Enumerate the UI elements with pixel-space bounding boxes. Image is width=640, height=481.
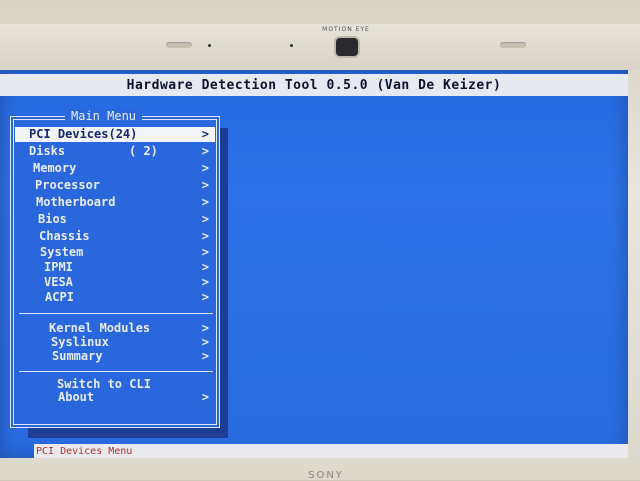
menu-item-label: IPMI [44, 260, 73, 274]
menu-item-about[interactable]: About > [15, 390, 215, 405]
speaker-slot-right [500, 42, 526, 48]
chevron-right-icon: > [201, 212, 209, 226]
menu-item-label: ACPI [45, 290, 74, 304]
main-menu: Main Menu PCI Devices(24) > Disks ( 2) >… [10, 109, 220, 428]
chevron-right-icon: > [201, 178, 209, 192]
menu-item-label: VESA [44, 275, 73, 289]
menu-item-pci-devices[interactable]: PCI Devices(24) > [15, 127, 215, 142]
webcam-icon [336, 38, 358, 56]
menu-item-label: Chassis [39, 229, 90, 243]
menu-item-count: ( 2) [129, 144, 158, 158]
menu-item-acpi[interactable]: ACPI > [15, 290, 215, 305]
title-bar: Hardware Detection Tool 0.5.0 (Van De Ke… [0, 74, 628, 96]
menu-item-label: Disks [29, 144, 66, 158]
chevron-right-icon: > [201, 335, 209, 349]
menu-item-kernel-modules[interactable]: Kernel Modules > [15, 321, 215, 336]
chevron-right-icon: > [201, 144, 209, 158]
indicator-dot-right [290, 44, 293, 47]
chevron-right-icon: > [201, 245, 209, 259]
menu-item-label: Memory [33, 161, 77, 175]
brand-logo: SONY [308, 470, 344, 481]
menu-item-label: System [40, 245, 84, 259]
laptop-bezel: MOTION EYE Hardware Detection Tool 0.5.0… [0, 0, 640, 481]
menu-item-disks[interactable]: Disks ( 2) > [15, 144, 215, 159]
menu-item-label: PCI Devices(24) [29, 127, 138, 141]
chevron-right-icon: > [201, 260, 209, 274]
indicator-dot-left [208, 44, 211, 47]
chevron-right-icon: > [201, 229, 209, 243]
chevron-right-icon: > [201, 127, 209, 141]
chevron-right-icon: > [201, 195, 209, 209]
status-bar: PCI Devices Menu [34, 444, 628, 458]
menu-item-label: Summary [52, 349, 103, 363]
chevron-right-icon: > [201, 161, 209, 175]
chevron-right-icon: > [201, 275, 209, 289]
app-title: Hardware Detection Tool 0.5.0 (Van De Ke… [126, 77, 502, 93]
menu-item-memory[interactable]: Memory > [15, 161, 215, 176]
menu-item-chassis[interactable]: Chassis > [15, 229, 215, 244]
menu-item-system[interactable]: System > [15, 245, 215, 260]
menu-item-label: About [58, 390, 95, 404]
chevron-right-icon: > [201, 321, 209, 335]
screen: Hardware Detection Tool 0.5.0 (Van De Ke… [0, 70, 628, 458]
chevron-right-icon: > [201, 349, 209, 363]
menu-item-ipmi[interactable]: IPMI > [15, 260, 215, 275]
chevron-right-icon: > [201, 290, 209, 304]
menu-item-label: Kernel Modules [49, 321, 151, 335]
menu-item-bios[interactable]: Bios > [15, 212, 215, 227]
menu-separator [19, 371, 213, 372]
menu-item-summary[interactable]: Summary > [15, 349, 215, 364]
menu-separator [19, 313, 213, 314]
menu-item-label: Motherboard [36, 195, 116, 209]
menu-item-syslinux[interactable]: Syslinux > [15, 335, 215, 350]
menu-item-vesa[interactable]: VESA > [15, 275, 215, 290]
menu-item-processor[interactable]: Processor > [15, 178, 215, 193]
speaker-slot-left [166, 42, 192, 48]
main-menu-title: Main Menu [65, 109, 143, 123]
status-text: PCI Devices Menu [36, 445, 133, 457]
chevron-right-icon: > [201, 390, 209, 404]
camera-label: MOTION EYE [322, 26, 370, 33]
menu-item-label: Syslinux [51, 335, 109, 349]
menu-item-label: Processor [35, 178, 101, 192]
menu-item-motherboard[interactable]: Motherboard > [15, 195, 215, 210]
menu-item-label: Bios [38, 212, 67, 226]
